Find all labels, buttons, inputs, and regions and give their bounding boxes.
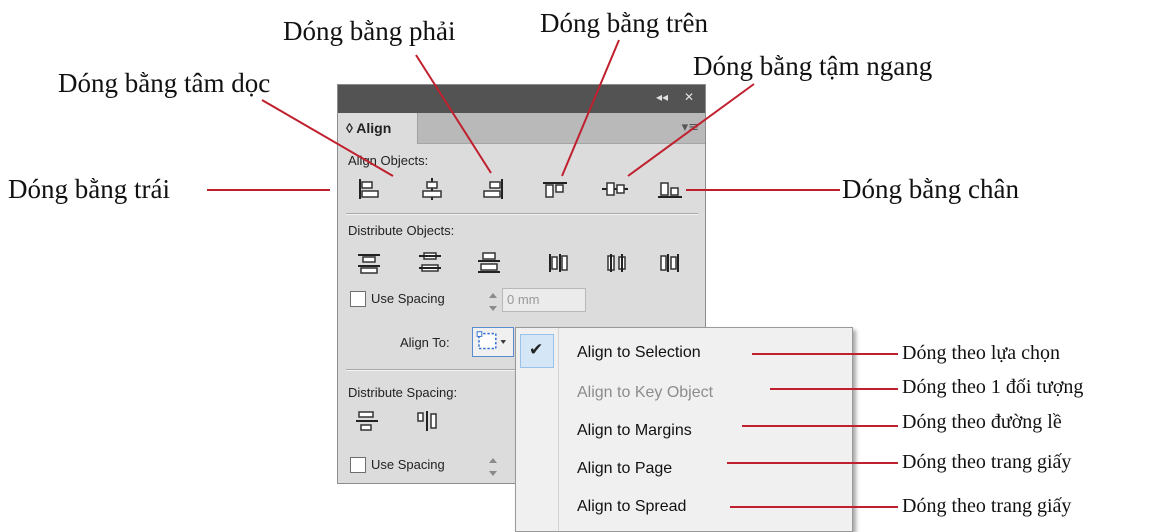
use-spacing-checkbox-2[interactable] bbox=[350, 457, 366, 473]
callout-align-to-key-object: Dóng theo 1 đối tượng bbox=[902, 376, 1084, 398]
align-top-edges-icon[interactable] bbox=[541, 177, 569, 201]
align-to-dropdown-button[interactable] bbox=[472, 327, 514, 357]
selected-item-highlight: ✔ bbox=[520, 334, 554, 368]
checkmark-icon: ✔ bbox=[529, 340, 544, 360]
callout-align-horizontal-centers: Dóng bằng tâm dọc bbox=[58, 68, 271, 98]
spacing-stepper[interactable] bbox=[486, 288, 500, 316]
menu-item-align-to-key-object: Align to Key Object bbox=[577, 384, 714, 401]
distribute-horizontal-space-icon[interactable] bbox=[414, 409, 442, 433]
menu-gutter-separator bbox=[558, 328, 559, 531]
align-vertical-centers-icon[interactable] bbox=[601, 177, 629, 201]
callout-align-left: Dóng bằng trái bbox=[8, 174, 170, 204]
distribute-objects-label: Distribute Objects: bbox=[348, 223, 455, 238]
align-horizontal-centers-icon[interactable] bbox=[418, 177, 446, 201]
tab-align[interactable]: ◊ Align bbox=[338, 113, 418, 144]
menu-item-align-to-margins[interactable]: Align to Margins bbox=[577, 422, 692, 440]
align-left-edges-icon[interactable] bbox=[355, 177, 383, 201]
panel-title-bar[interactable]: ◂◂ ✕ bbox=[338, 85, 705, 113]
menu-item-align-to-spread[interactable]: Align to Spread bbox=[577, 498, 686, 516]
callout-align-top: Dóng bằng trên bbox=[540, 8, 708, 38]
callout-align-right: Dóng bằng phải bbox=[283, 16, 456, 46]
spacing-stepper-2[interactable] bbox=[486, 453, 500, 481]
distribute-horizontal-centers-icon[interactable] bbox=[603, 251, 631, 275]
align-right-edges-icon[interactable] bbox=[479, 177, 507, 201]
spacing-input[interactable]: 0 mm bbox=[502, 288, 586, 312]
distribute-left-edges-icon[interactable] bbox=[544, 251, 572, 275]
callout-align-bottom: Dóng bằng chân bbox=[842, 174, 1019, 204]
align-objects-label: Align Objects: bbox=[348, 153, 429, 168]
distribute-right-edges-icon[interactable] bbox=[656, 251, 684, 275]
distribute-bottom-edges-icon[interactable] bbox=[475, 251, 503, 275]
menu-item-align-to-page[interactable]: Align to Page bbox=[577, 460, 672, 478]
section-divider bbox=[346, 213, 698, 215]
callout-align-to-page: Dóng theo trang giấy bbox=[902, 451, 1072, 473]
callout-align-to-selection: Dóng theo lựa chọn bbox=[902, 342, 1061, 364]
collapse-icon[interactable]: ◂◂ bbox=[656, 90, 668, 104]
panel-tab-row: ◊ Align ▾≡ bbox=[338, 113, 705, 144]
align-bottom-edges-icon[interactable] bbox=[656, 177, 684, 201]
distribute-vertical-space-icon[interactable] bbox=[353, 409, 381, 433]
menu-item-align-to-selection[interactable]: Align to Selection bbox=[577, 344, 701, 362]
use-spacing-label-2: Use Spacing bbox=[371, 457, 445, 472]
callout-align-to-margins: Dóng theo đường lề bbox=[902, 411, 1062, 433]
distribute-top-edges-icon[interactable] bbox=[355, 251, 383, 275]
panel-menu-icon[interactable]: ▾≡ bbox=[682, 120, 699, 135]
use-spacing-checkbox[interactable] bbox=[350, 291, 366, 307]
close-icon[interactable]: ✕ bbox=[684, 90, 694, 104]
callout-align-to-spread: Dóng theo trang giấy bbox=[902, 495, 1072, 517]
align-to-label: Align To: bbox=[400, 335, 450, 350]
callout-align-vertical-centers: Dóng bằng tậm ngang bbox=[693, 51, 933, 81]
distribute-vertical-centers-icon[interactable] bbox=[416, 251, 444, 275]
align-to-menu: ✔ Align to Selection Align to Key Object… bbox=[515, 327, 853, 532]
use-spacing-label: Use Spacing bbox=[371, 291, 445, 306]
distribute-spacing-label: Distribute Spacing: bbox=[348, 385, 458, 400]
